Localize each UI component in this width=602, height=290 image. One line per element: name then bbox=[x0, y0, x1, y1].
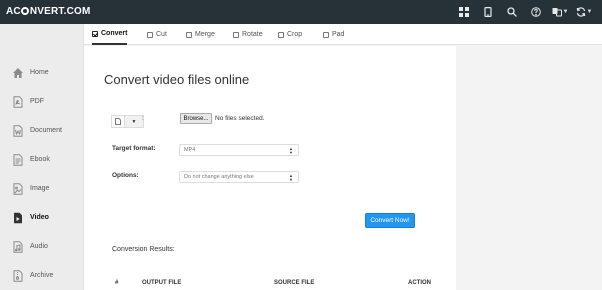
tab-label: Crop bbox=[287, 31, 303, 38]
chevron-down-icon: ▼ bbox=[562, 9, 569, 15]
tab-cut[interactable]: Cut bbox=[147, 24, 167, 45]
results-column-number: # bbox=[115, 280, 119, 286]
browse-button[interactable]: Browse... bbox=[180, 113, 212, 124]
tab-crop[interactable]: Crop bbox=[278, 24, 302, 45]
file-status-text: No files selected. bbox=[215, 115, 265, 122]
checkbox-icon bbox=[323, 31, 329, 38]
sidebar-item-label: Audio bbox=[30, 242, 48, 250]
sidebar-item-label: PDF bbox=[30, 97, 44, 105]
image-icon bbox=[12, 182, 24, 195]
chevron-down-icon[interactable]: ▼ bbox=[124, 116, 143, 127]
tablet-icon[interactable] bbox=[476, 0, 500, 24]
sidebar-item-home[interactable]: Home bbox=[0, 58, 84, 86]
sidebar-item-archive[interactable]: Archive bbox=[0, 261, 84, 289]
pdf-icon bbox=[12, 95, 24, 108]
options-value: Do not change anything else bbox=[184, 174, 254, 180]
tab-label: Rotate bbox=[242, 31, 263, 38]
file-source-colon: : bbox=[142, 116, 144, 122]
target-format-select[interactable]: MP4 ▲ ▼ bbox=[179, 144, 299, 156]
sidebar-item-document[interactable]: Document bbox=[0, 116, 84, 144]
audio-icon bbox=[12, 240, 24, 253]
video-icon bbox=[12, 211, 24, 224]
search-icon[interactable] bbox=[500, 0, 524, 24]
convert-now-button[interactable]: Convert Now! bbox=[365, 213, 415, 228]
results-column-action: ACTION bbox=[408, 280, 431, 286]
checkbox-icon bbox=[233, 31, 239, 38]
sidebar-item-ebook[interactable]: Ebook bbox=[0, 145, 84, 173]
sidebar-item-label: Video bbox=[30, 213, 49, 221]
help-icon[interactable] bbox=[524, 0, 548, 24]
select-arrows-icon: ▲ ▼ bbox=[289, 173, 293, 182]
checkbox-checked-icon bbox=[92, 30, 98, 37]
archive-icon bbox=[12, 269, 24, 282]
tab-label: Convert bbox=[101, 30, 128, 37]
options-label: Options: bbox=[112, 172, 139, 179]
tab-label: Merge bbox=[195, 31, 215, 38]
site-logo[interactable]: AC NVERT.COM bbox=[6, 6, 91, 17]
checkbox-icon bbox=[278, 31, 284, 38]
sidebar-item-audio[interactable]: Audio bbox=[0, 232, 84, 260]
sidebar-item-label: Archive bbox=[30, 271, 54, 279]
tab-label: Cut bbox=[156, 31, 167, 38]
chevron-down-icon: ▼ bbox=[586, 9, 593, 15]
home-icon bbox=[12, 66, 24, 78]
refresh-icon[interactable]: ▼ bbox=[572, 0, 596, 24]
logo-text-left: AC bbox=[6, 6, 21, 17]
top-navbar: AC NVERT.COM ▼ ▼ bbox=[0, 0, 602, 24]
tab-label: Pad bbox=[332, 31, 345, 38]
tool-tabs: Convert Cut Merge Rotate Crop Pad bbox=[84, 24, 602, 45]
tab-pad[interactable]: Pad bbox=[323, 24, 344, 45]
file-icon bbox=[112, 118, 124, 125]
logo-o-ring bbox=[21, 7, 30, 15]
sidebar-item-label: Document bbox=[30, 126, 62, 134]
sidebar-item-label: Ebook bbox=[30, 155, 50, 163]
sidebar-item-image[interactable]: Image bbox=[0, 174, 84, 202]
sidebar: Home PDF Document Ebook Image Video Audi… bbox=[0, 24, 84, 290]
page-title: Convert video files online bbox=[104, 72, 250, 87]
checkbox-icon bbox=[147, 31, 153, 38]
sidebar-item-video[interactable]: Video bbox=[0, 203, 84, 231]
target-format-label: Target format: bbox=[112, 145, 156, 152]
target-format-value: MP4 bbox=[184, 147, 196, 153]
results-column-output-file: OUTPUT FILE bbox=[142, 280, 182, 286]
options-select[interactable]: Do not change anything else ▲ ▼ bbox=[179, 171, 299, 183]
sidebar-item-label: Image bbox=[30, 184, 50, 192]
file-source-dropdown[interactable]: ▼ bbox=[111, 115, 144, 128]
checkbox-icon bbox=[186, 31, 192, 38]
document-icon bbox=[12, 124, 24, 137]
ebook-icon bbox=[12, 153, 24, 166]
results-column-source-file: SOURCE FILE bbox=[274, 280, 315, 286]
tab-merge[interactable]: Merge bbox=[186, 24, 215, 45]
tab-convert[interactable]: Convert bbox=[92, 24, 128, 45]
language-icon[interactable]: ▼ bbox=[548, 0, 572, 24]
sidebar-item-pdf[interactable]: PDF bbox=[0, 87, 84, 115]
grid-icon[interactable] bbox=[452, 0, 476, 24]
converter-panel: Convert video files online ▼ : Browse...… bbox=[84, 46, 456, 290]
tab-rotate[interactable]: Rotate bbox=[233, 24, 263, 45]
logo-text-right: NVERT.COM bbox=[29, 6, 91, 17]
select-arrows-icon: ▲ ▼ bbox=[289, 146, 293, 155]
sidebar-item-label: Home bbox=[30, 68, 49, 76]
conversion-results-label: Conversion Results: bbox=[112, 246, 175, 253]
